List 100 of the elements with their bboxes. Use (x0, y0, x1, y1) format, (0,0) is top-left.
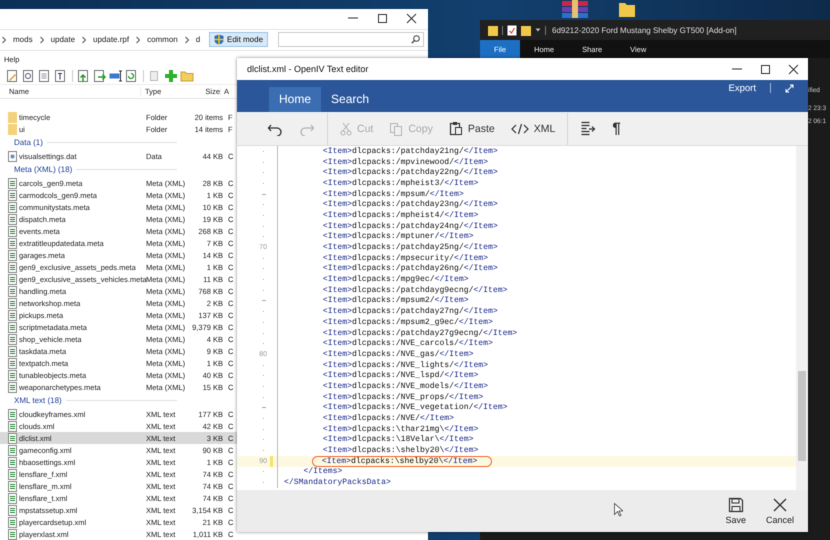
search-icon[interactable] (411, 35, 420, 44)
refresh-document-icon[interactable] (125, 68, 139, 83)
maximize-icon[interactable] (377, 13, 388, 24)
text-file-icon (8, 480, 17, 492)
text-file-icon (8, 226, 17, 237)
xml-button[interactable]: XML (502, 116, 564, 142)
code-line: <Item>dlcpacks:/mpheist3/</Item> (322, 178, 478, 188)
text-file-icon (8, 322, 17, 333)
paste-button[interactable]: Paste (440, 116, 503, 142)
group-header[interactable]: Data (1) (14, 138, 43, 148)
cancel-button[interactable]: Cancel (762, 497, 798, 525)
pencil-document-icon[interactable] (6, 68, 20, 83)
export-document-icon[interactable] (93, 68, 107, 83)
edit-mode-button[interactable]: Edit mode (209, 32, 268, 48)
code-line: <Item>dlcpacks:\shelby20\</Item> (322, 456, 478, 466)
text-file-icon (8, 310, 17, 321)
code-line: <Item>dlcpacks:/patchday23ng/</Item> (322, 200, 498, 210)
window-title: dlclist.xml - OpenIV Text editor (247, 64, 368, 74)
address-bar[interactable]: mods update update.rpf common d (0, 35, 209, 44)
text-file-icon (8, 286, 17, 297)
code-line: <Item>dlcpacks:/mpsum/</Item> (322, 190, 464, 199)
gutter-mark (262, 407, 266, 408)
archive-books-icon[interactable] (560, 0, 590, 18)
magnifier-document-icon[interactable] (22, 68, 36, 83)
code-line: <Item>dlcpacks:/mptuner/</Item> (322, 232, 474, 242)
mouse-cursor-icon (614, 503, 623, 517)
breadcrumb-item[interactable]: mods (13, 35, 33, 44)
breadcrumb-item[interactable]: d (196, 35, 200, 44)
shield-icon (214, 34, 224, 46)
text-file-icon (8, 468, 17, 480)
code-line: </SMandatoryPacksData> (284, 478, 391, 488)
text-file-icon (8, 178, 17, 189)
checklist-icon[interactable] (507, 24, 517, 36)
scrollbar[interactable] (796, 146, 808, 490)
code-line: <Item>dlcpacks:/NVE_carcols/</Item> (322, 339, 493, 348)
text-file-icon (8, 274, 17, 285)
text-file-icon (8, 420, 17, 432)
export-button[interactable]: Export (728, 82, 756, 94)
text-file-icon (8, 444, 17, 456)
search-field[interactable] (278, 32, 424, 48)
code-line: <Item>dlcpacks:/mpvinewood/</Item> (322, 158, 488, 167)
text-file-icon (8, 262, 17, 273)
group-header[interactable]: XML text (18) (14, 396, 62, 406)
chevron-icon (1, 36, 7, 44)
data-file-icon (8, 150, 17, 162)
code-line: <Item>dlcpacks:/patchday21ng/</Item> (322, 146, 498, 156)
text-document-icon[interactable] (54, 68, 68, 83)
copy-icon (389, 122, 404, 136)
text-file-icon (8, 250, 17, 261)
group-header[interactable]: Meta (XML) (18) (14, 165, 72, 174)
document-icon[interactable] (38, 68, 52, 83)
code-line: <Item>dlcpacks:/patchday26ng/</Item> (322, 264, 498, 274)
text-file-icon (8, 238, 17, 249)
chevron-icon (81, 36, 88, 44)
code-line: <Item>dlcpacks:/NVE_gas/</Item> (322, 350, 474, 359)
text-file-icon (8, 370, 17, 381)
chevron-icon (135, 36, 142, 44)
ribbon-tab[interactable]: Home (269, 87, 322, 112)
breadcrumb-item[interactable]: update (50, 35, 76, 44)
save-button[interactable]: Save (721, 497, 750, 525)
code-line: <Item>dlcpacks:/patchdayg9ecng/</Item> (322, 286, 508, 295)
breadcrumb-item[interactable]: common (147, 35, 178, 44)
text-file-icon (8, 456, 17, 468)
scroll-thumb[interactable] (798, 371, 806, 461)
gutter-mark (262, 194, 266, 195)
plus-icon[interactable] (164, 68, 178, 83)
scissors-icon (340, 122, 352, 136)
maximize-icon[interactable] (760, 64, 771, 74)
gutter-mark (262, 300, 266, 302)
code-line: <Item>dlcpacks:/NVE_vegetation/</Item> (322, 403, 508, 412)
chevron-icon (184, 36, 190, 44)
expand-icon[interactable] (785, 84, 794, 92)
text-file-icon (8, 408, 17, 420)
chevron-icon (38, 36, 45, 44)
rename-icon[interactable] (109, 68, 123, 83)
code-line: <Item>dlcpacks:\thar21mg\</Item> (322, 424, 478, 434)
pilcrow-button[interactable]: ¶ (604, 116, 629, 142)
text-file-icon (8, 516, 17, 528)
breadcrumb-item[interactable]: update.rpf (93, 35, 130, 44)
close-icon[interactable] (788, 64, 799, 74)
code-line: <Item>dlcpacks:/mpheist4/</Item> (322, 210, 478, 220)
code-line: <Item>dlcpacks:/NVE_models/</Item> (322, 382, 488, 391)
close-icon (772, 497, 788, 513)
code-line: <Item>dlcpacks:/mpsum2/</Item> (322, 296, 469, 306)
code-line: </Items> (303, 467, 342, 476)
text-file-icon (8, 382, 17, 393)
close-icon[interactable] (406, 13, 417, 24)
clipboard-icon (448, 121, 463, 136)
import-document-icon[interactable] (77, 68, 91, 83)
dropdown-icon[interactable] (535, 27, 541, 33)
window-title: 6d9212-2020 Ford Mustang Shelby GT500 [Add-on] (551, 26, 737, 34)
code-line: <Item>dlcpacks:/NVE/</Item> (322, 414, 454, 424)
ribbon-tab[interactable]: Search (321, 87, 380, 112)
text-wrap-icon (580, 121, 596, 136)
code-line: <Item>dlcpacks:/mpg9ec/</Item> (322, 275, 469, 284)
text-file-icon (8, 334, 17, 345)
code-line: <Item>dlcpacks:/patchday22ng/</Item> (322, 168, 498, 178)
code-line: <Item>dlcpacks:/patchday27g9ecng/</Item> (322, 328, 518, 338)
text-file-icon (8, 214, 17, 225)
code-line: <Item>dlcpacks:/patchday27ng/</Item> (322, 307, 498, 316)
